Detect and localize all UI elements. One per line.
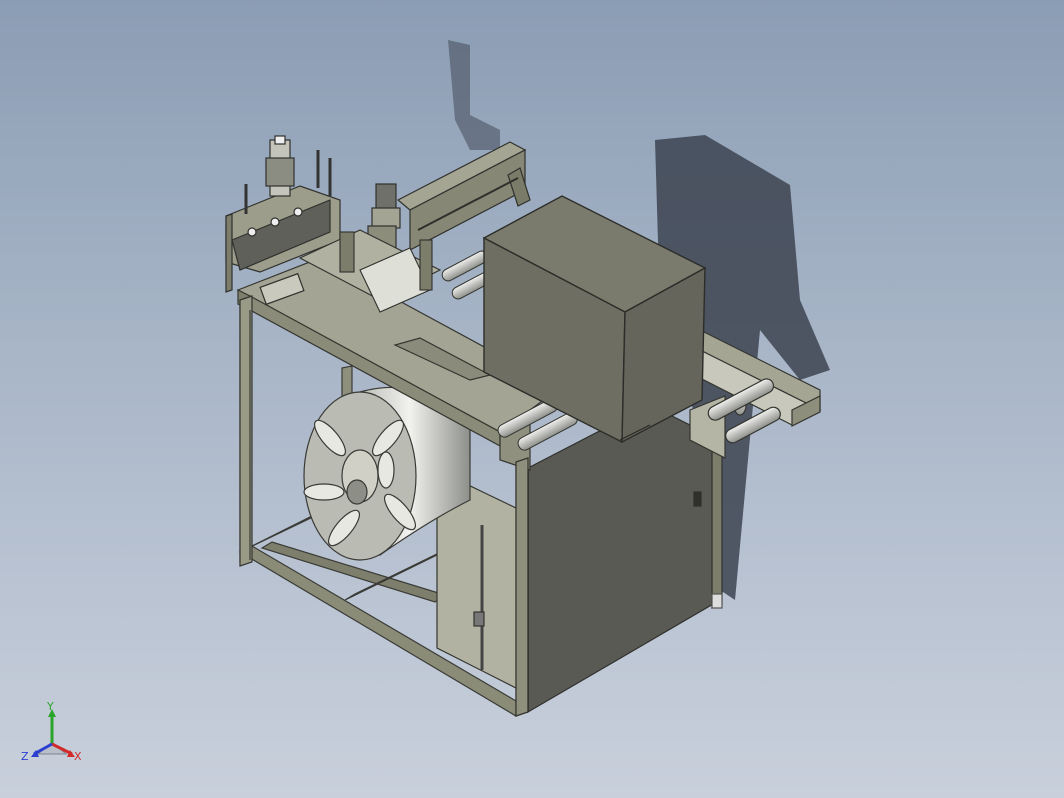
- x-axis-label: X: [74, 750, 82, 763]
- electrical-cabinet: [515, 404, 723, 717]
- y-axis-label: Y: [46, 700, 54, 713]
- machine-model[interactable]: [0, 0, 1064, 798]
- orientation-triad[interactable]: Y X Z: [18, 700, 88, 772]
- z-axis-label: Z: [21, 750, 29, 763]
- cad-viewport[interactable]: Y X Z: [0, 0, 1064, 798]
